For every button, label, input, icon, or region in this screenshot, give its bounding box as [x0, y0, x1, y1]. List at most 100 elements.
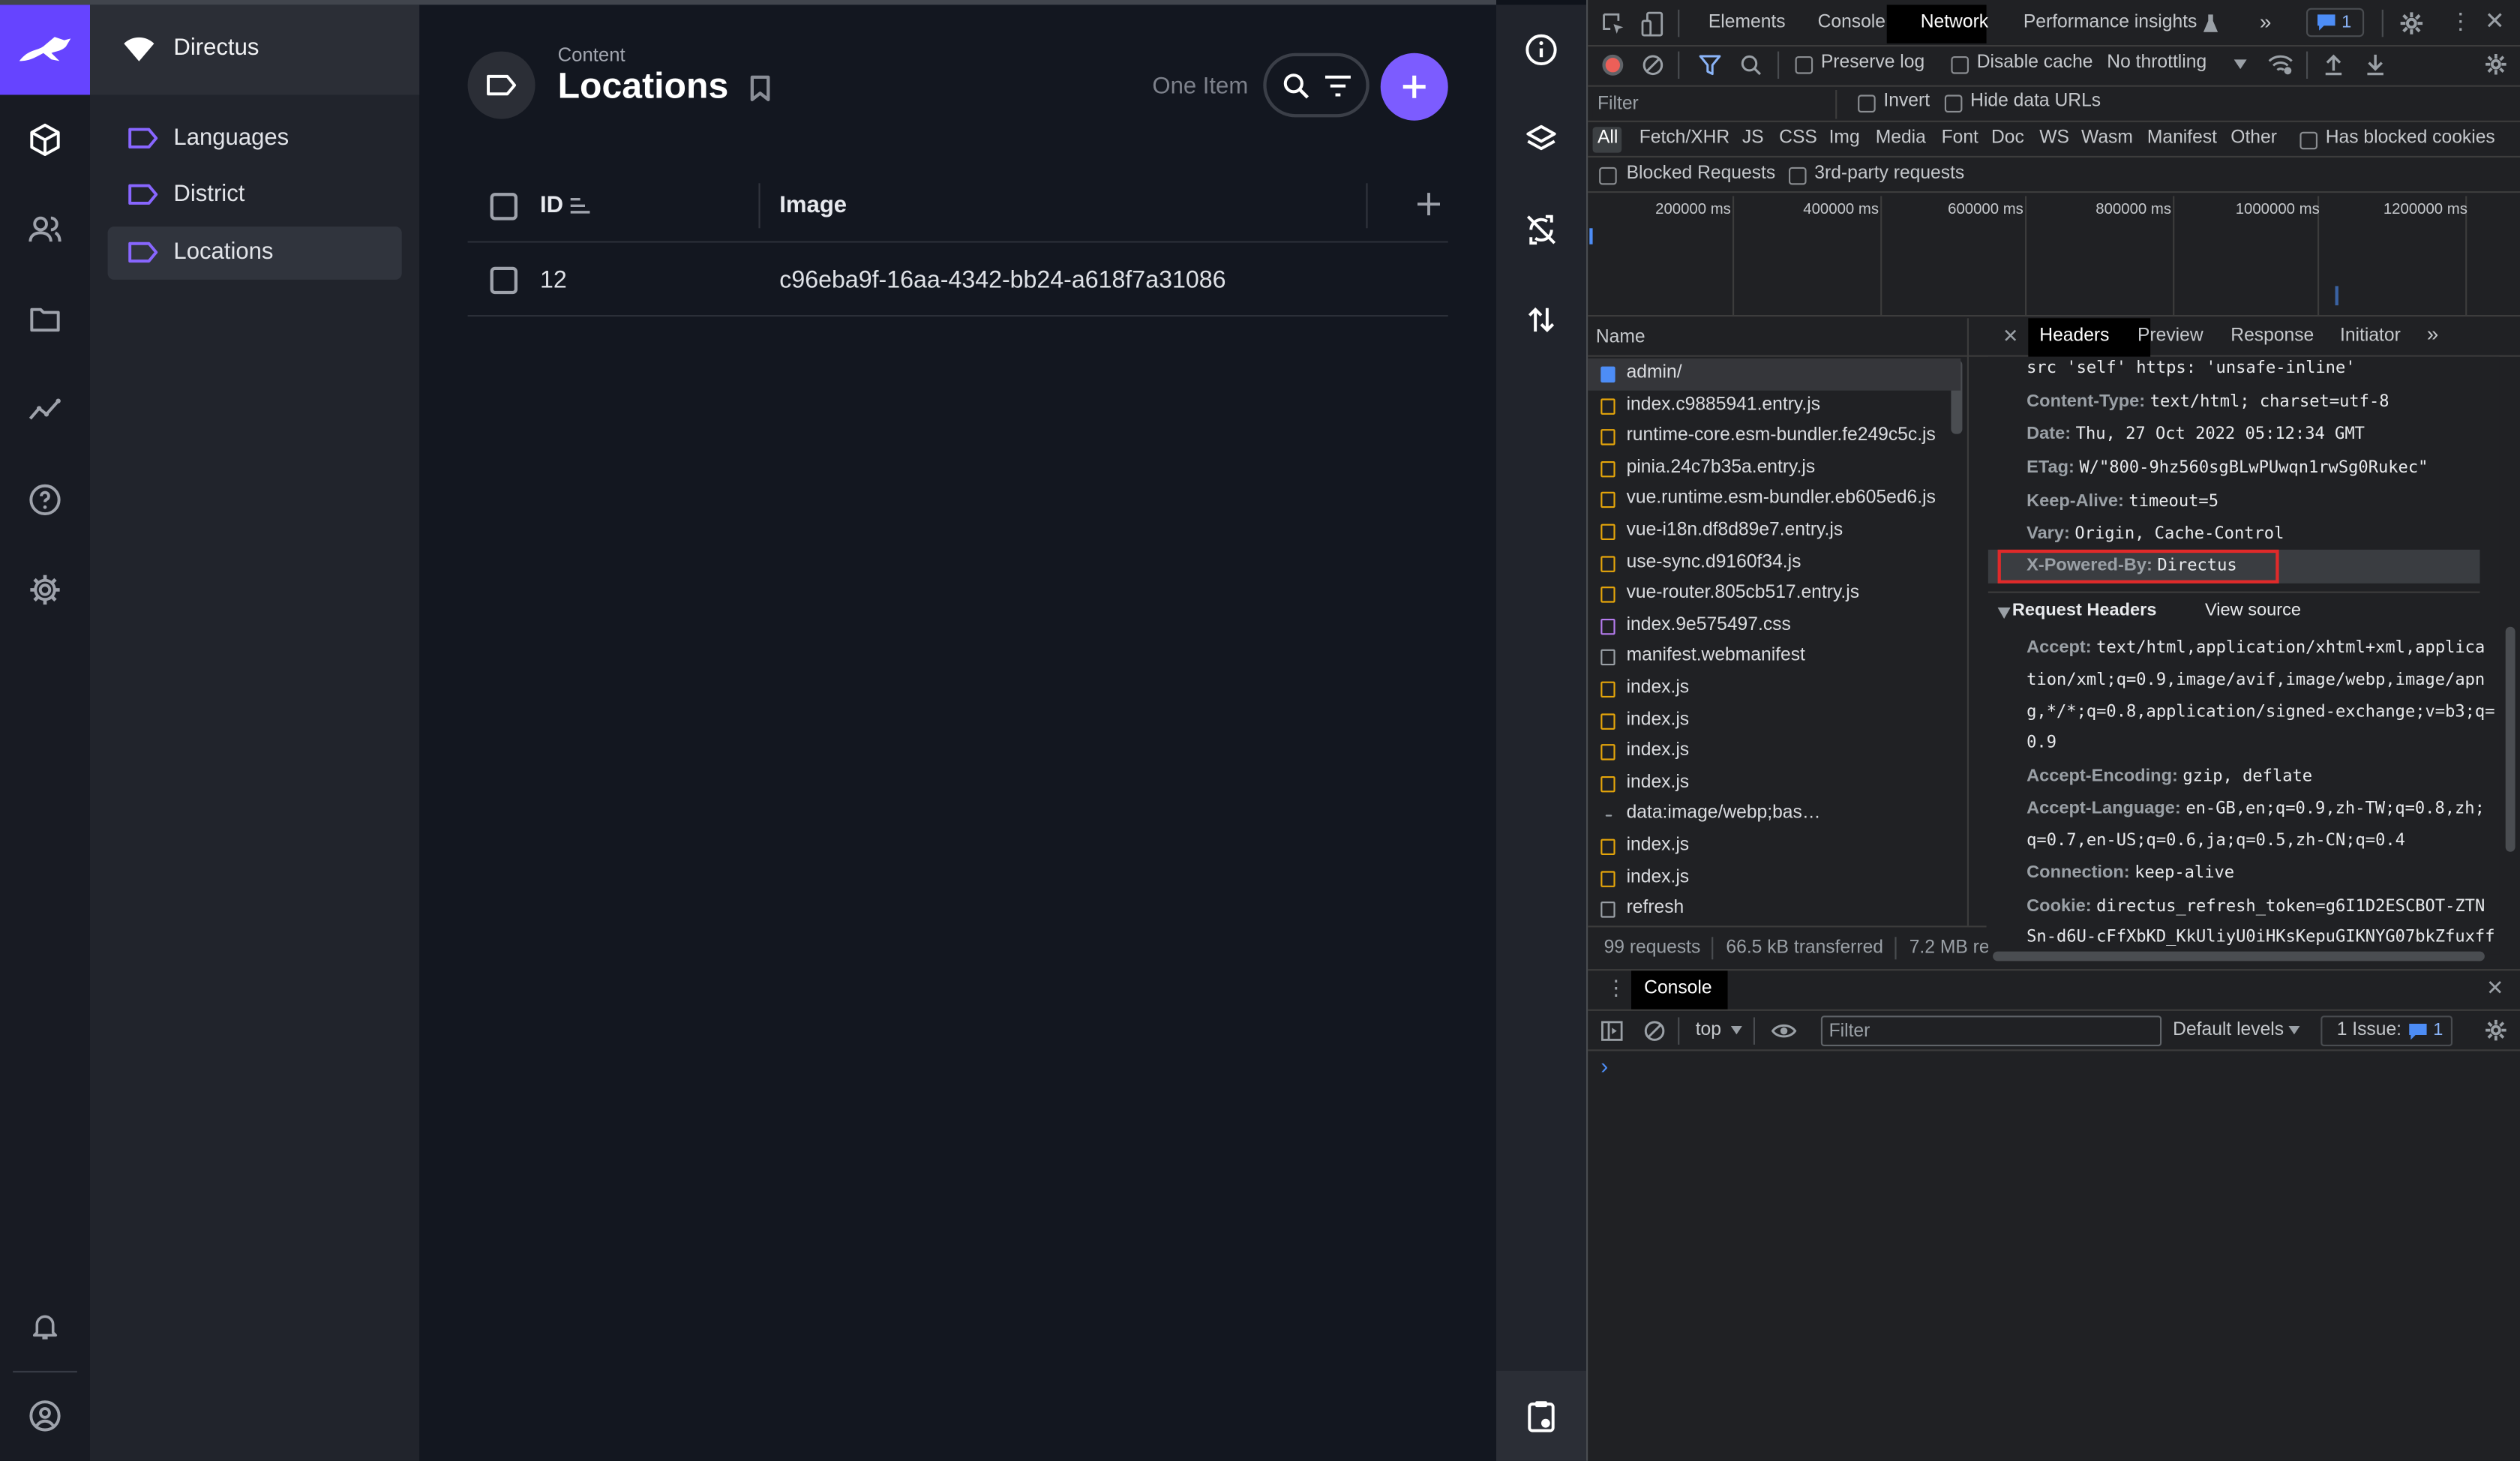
type-fetch-xhr[interactable]: Fetch/XHR	[1640, 128, 1730, 148]
search-filter-pill[interactable]	[1263, 52, 1370, 118]
gear-icon[interactable]	[2399, 11, 2423, 35]
column-resize-handle[interactable]	[758, 183, 760, 229]
request-row[interactable]: index.9e575497.css	[1588, 610, 1960, 642]
preserve-log-checkbox[interactable]	[1795, 56, 1814, 74]
tab-network[interactable]: Network	[1921, 13, 1988, 32]
request-row[interactable]: index.js	[1588, 674, 1960, 705]
import-har-icon[interactable]	[2324, 53, 2344, 76]
gear-icon[interactable]	[2485, 1019, 2507, 1042]
request-row[interactable]: index.js	[1588, 831, 1960, 862]
clear-icon[interactable]	[1642, 55, 1664, 76]
blocked-requests-checkbox[interactable]	[1599, 166, 1617, 185]
row-checkbox[interactable]	[490, 266, 518, 295]
type-media[interactable]: Media	[1876, 128, 1926, 148]
request-row[interactable]: index.js	[1588, 768, 1960, 800]
request-row[interactable]: index.js	[1588, 705, 1960, 736]
pane-divider[interactable]	[1966, 318, 1969, 926]
close-drawer-icon[interactable]: ✕	[2486, 976, 2504, 1001]
nav-item-district[interactable]: District	[108, 169, 402, 222]
sidebar-toggle-icon[interactable]	[1600, 1021, 1623, 1042]
request-row[interactable]: vue-router.805cb517.entry.js	[1588, 579, 1960, 610]
filter-input[interactable]: Filter	[1592, 90, 1838, 119]
type-ws[interactable]: WS	[2039, 128, 2069, 148]
third-party-checkbox[interactable]	[1789, 166, 1807, 185]
view-source-link[interactable]: View source	[2205, 601, 2301, 620]
clipboard-button[interactable]	[1496, 1370, 1586, 1461]
add-field-icon[interactable]	[1416, 191, 1442, 217]
disable-cache-checkbox[interactable]	[1951, 56, 1969, 74]
nav-item-locations[interactable]: Locations	[107, 226, 402, 280]
search-icon[interactable]	[1741, 55, 1762, 76]
create-item-button[interactable]	[1380, 52, 1448, 121]
headers-hscrollbar[interactable]	[1993, 951, 2485, 962]
type-wasm[interactable]: Wasm	[2081, 128, 2133, 148]
request-row[interactable]: vue.runtime.esm-bundler.eb605ed6.js	[1588, 484, 1960, 516]
request-row[interactable]: pinia.24c7b35a.entry.js	[1588, 453, 1960, 484]
directus-logo-button[interactable]	[0, 4, 90, 95]
detail-tab-preview[interactable]: Preview	[2138, 326, 2204, 346]
request-row[interactable]: index.c9885941.entry.js	[1588, 390, 1960, 422]
type-manifest[interactable]: Manifest	[2147, 128, 2217, 148]
context-select[interactable]: top	[1696, 1021, 1721, 1040]
detail-tab-initiator[interactable]: Initiator	[2340, 326, 2401, 346]
more-tabs-icon[interactable]: »	[2260, 10, 2272, 34]
type-other[interactable]: Other	[2230, 128, 2277, 148]
project-header[interactable]: Directus	[90, 4, 420, 95]
tab-performance-insights[interactable]: Performance insights	[2024, 13, 2197, 32]
close-detail-icon[interactable]: ✕	[2002, 325, 2019, 347]
request-row[interactable]: use-sync.d9160f34.js	[1588, 548, 1960, 579]
file-library-button[interactable]	[0, 274, 90, 364]
detail-tab-response[interactable]: Response	[2230, 326, 2314, 346]
network-conditions-icon[interactable]	[2268, 53, 2294, 76]
issues-badge-button[interactable]: 1	[2306, 8, 2365, 38]
close-icon[interactable]: ✕	[2485, 7, 2505, 35]
column-header-image[interactable]: Image	[779, 193, 847, 218]
eye-icon[interactable]	[1771, 1022, 1797, 1040]
nav-item-languages[interactable]: Languages	[108, 112, 402, 166]
console-issues-button[interactable]: 1 Issue: 1	[2320, 1016, 2452, 1046]
request-row[interactable]: runtime-core.esm-bundler.fe249c5c.js	[1588, 422, 1960, 453]
hide-data-urls-checkbox[interactable]	[1944, 94, 1963, 112]
cell-id[interactable]: 12	[540, 267, 567, 294]
has-blocked-cookies-checkbox[interactable]	[2300, 131, 2318, 150]
console-prompt[interactable]: ›	[1600, 1053, 1608, 1078]
request-row[interactable]: admin/	[1588, 358, 1961, 390]
type-font[interactable]: Font	[1942, 128, 1978, 148]
record-button[interactable]	[1602, 54, 1624, 76]
insights-button[interactable]	[0, 364, 90, 454]
bookmark-icon[interactable]	[749, 74, 772, 104]
kebab-menu-icon[interactable]: ⋮	[2450, 8, 2472, 35]
gear-icon[interactable]	[2485, 53, 2507, 76]
type-js[interactable]: JS	[1742, 128, 1764, 148]
search-icon[interactable]	[1281, 70, 1312, 101]
console-filter-input[interactable]: Filter	[1820, 1016, 2162, 1046]
request-row[interactable]: data:image/webp;bas…	[1588, 800, 1960, 831]
user-account-button[interactable]	[0, 1371, 90, 1461]
clear-console-icon[interactable]	[1644, 1021, 1665, 1042]
help-button[interactable]	[0, 454, 90, 544]
request-row[interactable]: manifest.webmanifest	[1588, 642, 1960, 674]
info-button[interactable]	[1496, 4, 1586, 94]
request-row[interactable]: index.js	[1588, 862, 1960, 894]
triangle-down-icon[interactable]	[1997, 608, 2011, 619]
request-row[interactable]: refresh	[1588, 894, 1960, 926]
tab-elements[interactable]: Elements	[1708, 13, 1786, 32]
invert-checkbox[interactable]	[1858, 94, 1876, 112]
levels-select[interactable]: Default levels	[2173, 1021, 2284, 1040]
export-har-icon[interactable]	[2366, 53, 2385, 76]
request-row[interactable]: index.js	[1588, 736, 1960, 768]
request-row[interactable]: vue-i18n.df8d89e7.entry.js	[1588, 516, 1960, 548]
tab-console[interactable]: Console	[1818, 13, 1886, 32]
layout-options-button[interactable]	[1496, 94, 1586, 184]
filter-funnel-icon[interactable]	[1699, 55, 1721, 76]
type-img[interactable]: Img	[1829, 128, 1860, 148]
type-css[interactable]: CSS	[1779, 128, 1817, 148]
detail-tab-headers[interactable]: Headers	[2039, 326, 2109, 346]
type-all[interactable]: All	[1598, 128, 1618, 148]
user-directory-button[interactable]	[0, 184, 90, 274]
drawer-menu-icon[interactable]: ⋮	[1606, 976, 1627, 1001]
sync-disabled-button[interactable]	[1496, 184, 1586, 274]
sort-icon[interactable]	[569, 196, 592, 215]
select-all-checkbox[interactable]	[490, 193, 518, 220]
headers-scrollbar[interactable]	[2505, 626, 2516, 852]
